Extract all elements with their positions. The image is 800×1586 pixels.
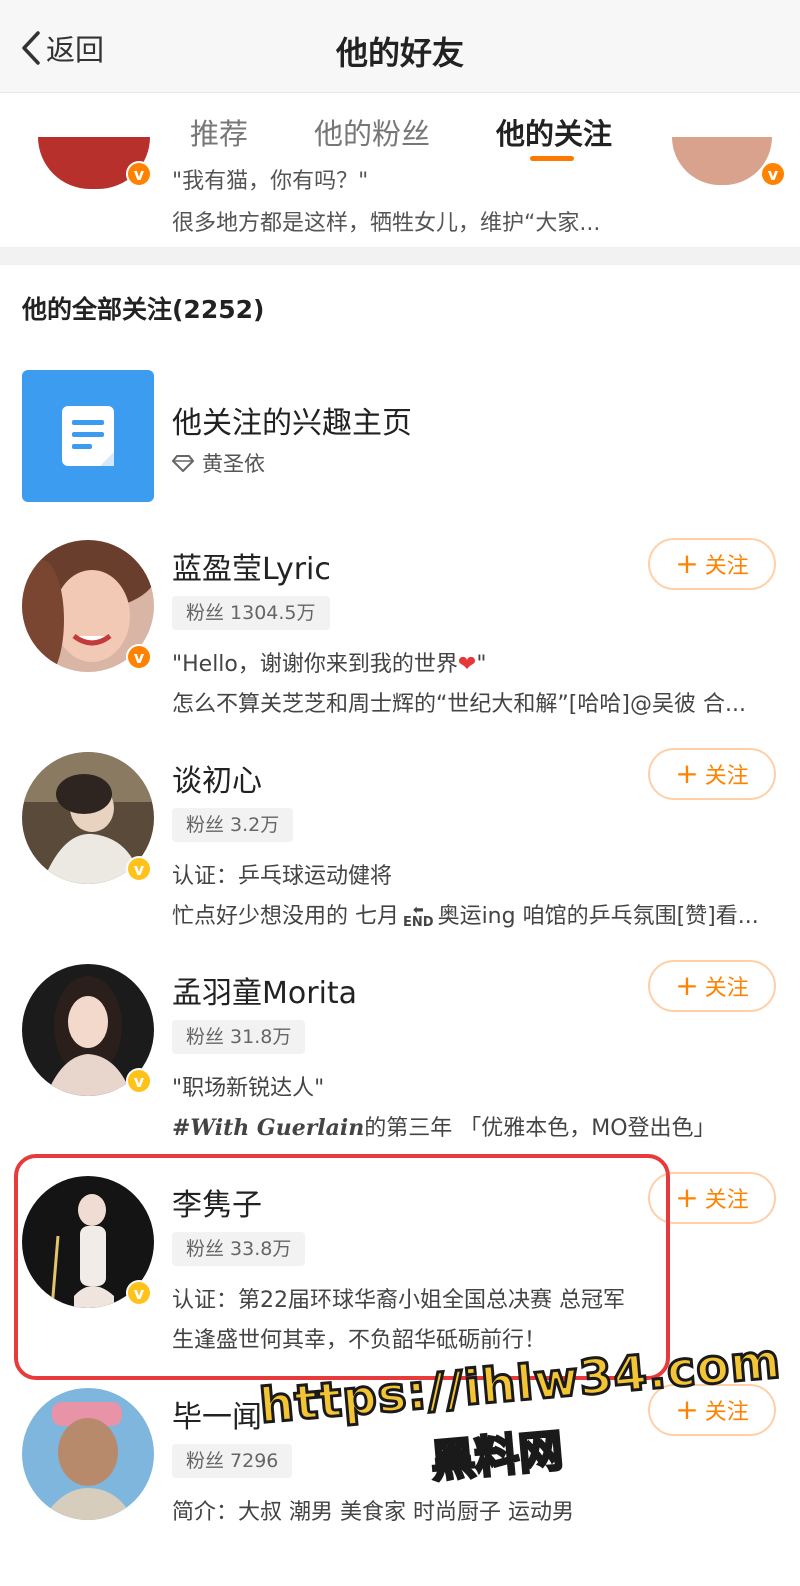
avatar[interactable]: v — [22, 752, 154, 884]
user-name[interactable]: 谈初心 — [172, 756, 262, 800]
user-verification: 认证：乒乓球运动健将 — [172, 864, 393, 889]
verified-icon: v — [126, 1280, 152, 1306]
user-name[interactable]: 孟羽童Morita — [172, 968, 357, 1012]
verified-icon: v — [126, 856, 152, 882]
avatar[interactable]: v — [22, 964, 154, 1096]
avatar[interactable] — [672, 137, 772, 185]
heart-icon: ❤ — [457, 652, 477, 677]
plus-icon: + — [675, 757, 699, 790]
user-verification: 认证：第22届环球华裔小姐全国总决赛 总冠军 — [172, 1288, 625, 1313]
verified-icon: v — [126, 161, 152, 187]
follow-button[interactable]: + 关注 — [648, 538, 776, 590]
plus-icon: + — [675, 547, 699, 580]
active-tab-indicator — [530, 156, 574, 161]
user-name[interactable]: 蓝盈莹Lyric — [172, 544, 331, 588]
follow-button[interactable]: + 关注 — [648, 960, 776, 1012]
section-divider — [0, 247, 800, 265]
tab-following[interactable]: 他的关注 — [496, 111, 612, 153]
user-latest-post: 怎么不算关芝芝和周士辉的“世纪大和解”[哈哈]@吴彼 合... — [172, 692, 746, 717]
fans-count: 粉丝 1304.5万 — [172, 596, 330, 630]
list-item[interactable]: v 谈初心 粉丝 3.2万 认证：乒乓球运动健将 忙点好少想没用的 七月 ⬅ END… — [0, 738, 800, 951]
avatar[interactable]: v — [22, 540, 154, 672]
interest-page-owner: 黄圣依 — [172, 448, 265, 478]
verified-icon: v — [126, 644, 152, 670]
page-title: 他的好友 — [335, 34, 464, 72]
list-item[interactable]: v 蓝盈莹Lyric 粉丝 1304.5万 "Hello，谢谢你来到我的世界❤"… — [0, 526, 800, 739]
document-icon — [22, 370, 154, 502]
follow-button[interactable]: + 关注 — [648, 748, 776, 800]
recommended-quote: "我有猫，你有吗？" — [172, 169, 369, 194]
user-name[interactable]: 李隽子 — [172, 1180, 262, 1224]
watermark-text: 黑料网 — [427, 1424, 566, 1489]
recommended-post: 很多地方都是这样，牺牲女儿，维护“大家... — [172, 211, 601, 236]
fans-count: 粉丝 31.8万 — [172, 1020, 306, 1054]
interest-page-entry[interactable]: 他关注的兴趣主页 黄圣依 — [0, 370, 800, 506]
user-latest-post: #With Guerlain的第三年 「优雅本色，MO登出色」 — [172, 1115, 716, 1141]
list-item[interactable]: v 孟羽童Morita 粉丝 31.8万 "职场新锐达人" #With Guer… — [0, 950, 800, 1163]
fans-count: 粉丝 33.8万 — [172, 1232, 306, 1266]
tab-recommend[interactable]: 推荐 — [190, 111, 248, 153]
user-bio: "Hello，谢谢你来到我的世界❤" — [172, 652, 487, 677]
interest-page-title: 他关注的兴趣主页 — [172, 406, 412, 441]
avatar[interactable]: v — [22, 1176, 154, 1308]
top-bar: 返回 他的好友 — [0, 0, 800, 93]
plus-icon: + — [675, 1181, 699, 1214]
diamond-icon — [172, 455, 194, 472]
user-name[interactable]: 毕一闻 — [172, 1392, 262, 1436]
user-latest-post: 生逢盛世何其幸，不负韶华砥砺前行！ — [172, 1328, 547, 1353]
verified-icon: v — [760, 161, 786, 187]
follow-button[interactable]: + 关注 — [648, 1172, 776, 1224]
verified-icon: v — [126, 1068, 152, 1094]
following-count-title: 他的全部关注(2252) — [22, 295, 265, 324]
end-arrow-icon: ⬅ END — [403, 903, 434, 930]
user-bio: "职场新锐达人" — [172, 1076, 325, 1101]
tab-followers[interactable]: 他的粉丝 — [314, 111, 430, 153]
avatar[interactable] — [22, 1388, 154, 1520]
user-latest-post: 忙点好少想没用的 七月 ⬅ END 奥运ing 咱馆的乒乓氛围[赞]看... — [172, 903, 759, 930]
fans-count: 粉丝 3.2万 — [172, 808, 294, 842]
plus-icon: + — [675, 969, 699, 1002]
recommended-strip: v v "我有猫，你有吗？" 很多地方都是这样，牺牲女儿，维护“大家... — [0, 137, 800, 247]
